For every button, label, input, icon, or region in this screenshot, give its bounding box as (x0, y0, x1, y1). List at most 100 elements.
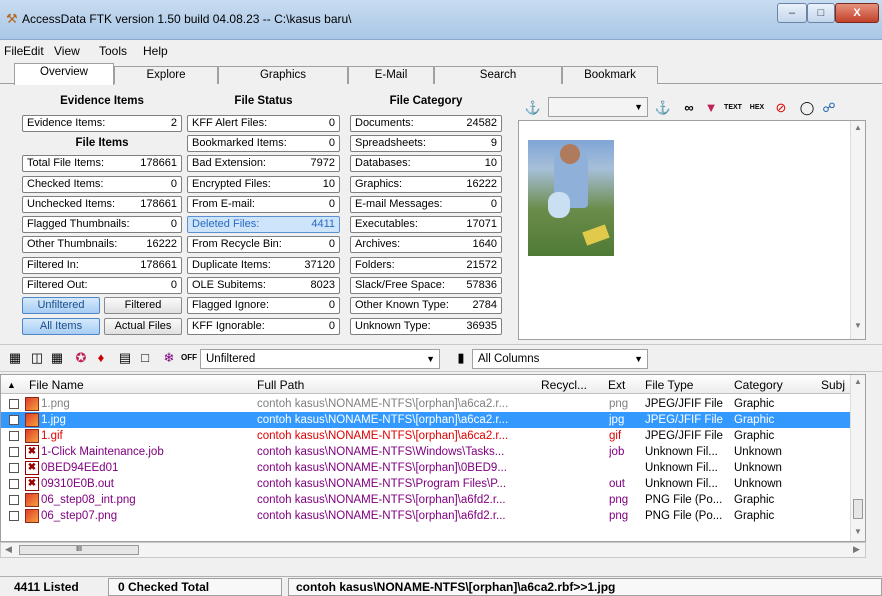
stat-unchecked-items[interactable]: Unchecked Items: 178661 (22, 196, 182, 213)
check-all-icon[interactable]: ▦ (6, 349, 24, 367)
maximize-button[interactable]: □ (807, 3, 835, 23)
row-checkbox[interactable] (9, 399, 19, 409)
column-settings-icon[interactable]: ▮ (452, 349, 470, 367)
stat-email-messages[interactable]: E-mail Messages: 0 (350, 196, 502, 213)
menu-tools[interactable]: Tools (99, 44, 127, 58)
unfiltered-button[interactable]: Unfiltered (22, 297, 100, 314)
tab-search[interactable]: Search (434, 66, 562, 84)
column-file-type[interactable]: File Type (645, 378, 693, 392)
menu-view[interactable]: View (54, 44, 80, 58)
menu-help[interactable]: Help (143, 44, 168, 58)
stat-documents[interactable]: Documents: 24582 (350, 115, 502, 132)
web-icon[interactable]: ☍ (820, 99, 838, 117)
kff-icon[interactable]: ❄ (160, 349, 178, 367)
table-row[interactable]: 06_step08_int.png contoh kasus\NONAME-NTF… (1, 492, 865, 508)
stat-slack-free-space[interactable]: Slack/Free Space: 57836 (350, 277, 502, 294)
filtered-button[interactable]: Filtered (104, 297, 182, 314)
table-row[interactable]: 06_step07.png contoh kasus\NONAME-NTFS\[o… (1, 508, 865, 524)
close-button[interactable]: X (835, 3, 879, 23)
tab-explore[interactable]: Explore (114, 66, 218, 84)
hex-view-icon[interactable]: HEX (748, 99, 766, 117)
stat-from-email[interactable]: From E-mail: 0 (187, 196, 340, 213)
stat-encrypted[interactable]: Encrypted Files: 10 (187, 176, 340, 193)
stat-kff-ignorable[interactable]: KFF Ignorable: 0 (187, 318, 340, 335)
stat-filtered-in[interactable]: Filtered In: 178661 (22, 257, 182, 274)
stat-spreadsheets[interactable]: Spreadsheets: 9 (350, 135, 502, 152)
scroll-up-icon[interactable]: ▲ (854, 123, 862, 132)
filter-icon[interactable]: ▼ (702, 99, 720, 117)
new-file-icon[interactable]: □ (136, 349, 154, 367)
text-view-icon[interactable]: TEXT (724, 99, 742, 117)
column-category[interactable]: Category (734, 378, 783, 392)
sort-icon[interactable]: ▲ (7, 380, 16, 390)
row-checkbox[interactable] (9, 463, 19, 473)
stat-total-file-items[interactable]: Total File Items: 178661 (22, 155, 182, 172)
list-horizontal-scrollbar[interactable]: ◀ III ▶ (0, 542, 866, 558)
column-full-path[interactable]: Full Path (257, 378, 304, 392)
stat-unknown-type[interactable]: Unknown Type: 36935 (350, 318, 502, 335)
report-icon[interactable]: ▤ (116, 349, 134, 367)
tab-overview[interactable]: Overview (14, 63, 114, 85)
stat-bookmarked[interactable]: Bookmarked Items: 0 (187, 135, 340, 152)
hscroll-thumb[interactable]: III (19, 545, 139, 555)
stat-evidence-items[interactable]: Evidence Items: 2 (22, 115, 182, 132)
stat-ole-subitems[interactable]: OLE Subitems: 8023 (187, 277, 340, 294)
stat-recycle-bin[interactable]: From Recycle Bin: 0 (187, 236, 340, 253)
row-checkbox[interactable] (9, 447, 19, 457)
list-scrollbar[interactable]: ▲ ▼ (850, 375, 865, 541)
bookmark-icon[interactable]: ✪ (72, 349, 90, 367)
row-checkbox[interactable] (9, 415, 19, 425)
copy-icon[interactable]: ◯ (798, 99, 816, 117)
actual-files-button[interactable]: Actual Files (104, 318, 182, 335)
column-recycle[interactable]: Recycl... (541, 378, 587, 392)
table-row[interactable]: ✖ 0BED94EEd01 contoh kasus\NONAME-NTFS\[or… (1, 460, 865, 476)
filter-combo[interactable]: Unfiltered ▼ (200, 349, 440, 369)
row-checkbox[interactable] (9, 431, 19, 441)
stat-flagged-thumbnails[interactable]: Flagged Thumbnails: 0 (22, 216, 182, 233)
stat-archives[interactable]: Archives: 1640 (350, 236, 502, 253)
scroll-down-icon[interactable]: ▼ (854, 321, 862, 330)
row-checkbox[interactable] (9, 495, 19, 505)
all-items-button[interactable]: All Items (22, 318, 100, 335)
stat-checked-items[interactable]: Checked Items: 0 (22, 176, 182, 193)
row-checkbox[interactable] (9, 479, 19, 489)
viewer-search-combo[interactable]: ▼ (548, 97, 648, 117)
minimize-button[interactable]: – (777, 3, 807, 23)
stat-databases[interactable]: Databases: 10 (350, 155, 502, 172)
stat-filtered-out[interactable]: Filtered Out: 0 (22, 277, 182, 294)
tab-graphics[interactable]: Graphics (218, 66, 348, 84)
table-row[interactable]: ✖ 09310E0B.out contoh kasus\NONAME-NTFS\Pr… (1, 476, 865, 492)
stat-folders[interactable]: Folders: 21572 (350, 257, 502, 274)
columns-combo[interactable]: All Columns ▼ (472, 349, 648, 369)
stat-other-known-type[interactable]: Other Known Type: 2784 (350, 297, 502, 314)
stat-deleted-files[interactable]: Deleted Files: 4411 (187, 216, 340, 233)
stat-executables[interactable]: Executables: 17071 (350, 216, 502, 233)
tab-email[interactable]: E-Mail (348, 66, 434, 84)
stat-bad-extension[interactable]: Bad Extension: 7972 (187, 155, 340, 172)
stat-other-thumbnails[interactable]: Other Thumbnails: 16222 (22, 236, 182, 253)
column-ext[interactable]: Ext (608, 378, 625, 392)
scroll-thumb[interactable] (853, 499, 863, 519)
table-row[interactable]: ✖ 1-Click Maintenance.job contoh kasus\NON… (1, 444, 865, 460)
scroll-left-icon[interactable]: ◀ (5, 544, 12, 555)
find-next-icon[interactable]: ⚓ (654, 99, 672, 117)
scroll-down-icon[interactable]: ▼ (854, 527, 862, 536)
scroll-up-icon[interactable]: ▲ (854, 377, 862, 386)
no-glasses-icon[interactable]: ⊘ (772, 99, 790, 117)
stat-graphics[interactable]: Graphics: 16222 (350, 176, 502, 193)
menu-file[interactable]: File (4, 44, 23, 58)
columns-icon[interactable]: ▦ (48, 349, 66, 367)
glasses-icon[interactable]: ∞ (680, 99, 698, 117)
stat-flagged-ignore[interactable]: Flagged Ignore: 0 (187, 297, 340, 314)
export-icon[interactable]: ♦ (92, 349, 110, 367)
table-row[interactable]: 1.png contoh kasus\NONAME-NTFS\[orphan]\a… (1, 396, 865, 412)
tree-icon[interactable]: ◫ (28, 349, 46, 367)
stat-kff-alert[interactable]: KFF Alert Files: 0 (187, 115, 340, 132)
column-file-name[interactable]: File Name (29, 378, 84, 392)
find-icon[interactable]: ⚓ (524, 99, 542, 117)
table-row[interactable]: 1.gif contoh kasus\NONAME-NTFS\[orphan]\a… (1, 428, 865, 444)
tab-bookmark[interactable]: Bookmark (562, 66, 658, 84)
scroll-right-icon[interactable]: ▶ (853, 544, 860, 555)
row-checkbox[interactable] (9, 511, 19, 521)
column-subject[interactable]: Subj (821, 378, 845, 392)
